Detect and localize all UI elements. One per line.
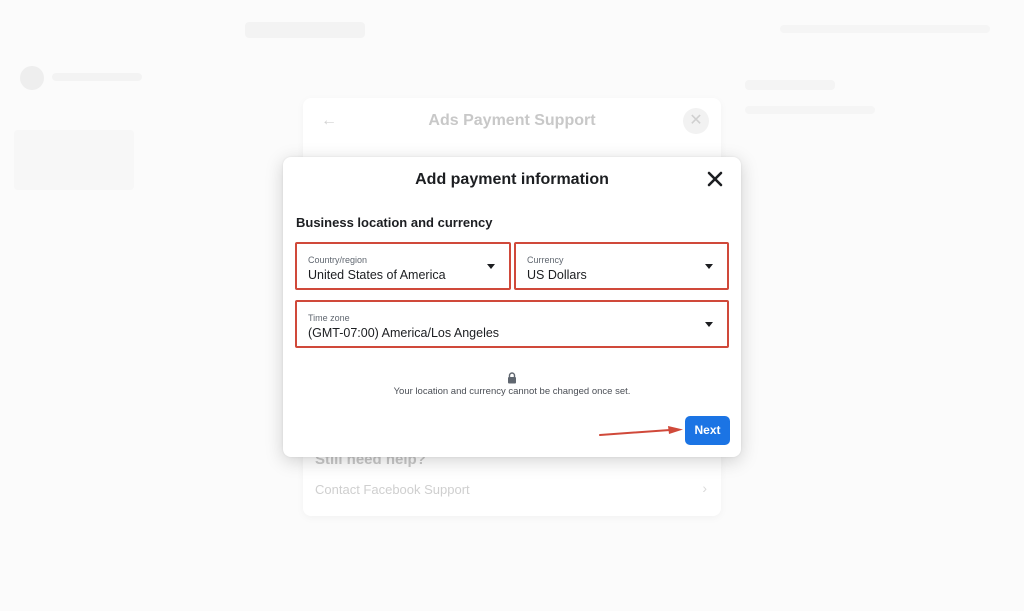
next-button[interactable]: Next <box>685 416 730 445</box>
currency-label: Currency <box>527 255 564 265</box>
country-region-value: United States of America <box>308 268 446 282</box>
right-panel-title-placeholder <box>745 80 835 90</box>
background-dialog-title: Ads Payment Support <box>428 112 596 129</box>
currency-value: US Dollars <box>527 268 587 282</box>
lock-icon <box>508 372 516 384</box>
close-icon <box>707 171 723 187</box>
country-region-select[interactable]: Country/region United States of America <box>295 242 511 290</box>
sidebar-placeholder <box>14 130 134 190</box>
time-zone-label: Time zone <box>308 313 350 323</box>
caret-down-icon <box>705 264 713 269</box>
account-name-placeholder <box>52 73 142 81</box>
annotation-arrow <box>599 426 683 436</box>
right-panel-text-placeholder <box>745 106 875 114</box>
close-button[interactable] <box>705 169 725 189</box>
contact-support-link[interactable]: Contact Facebook Support <box>315 482 470 497</box>
location-currency-note: Your location and currency cannot be cha… <box>393 386 631 397</box>
modal-title: Add payment information <box>415 171 609 188</box>
country-region-label: Country/region <box>308 255 368 265</box>
time-zone-value: (GMT-07:00) America/Los Angeles <box>308 326 500 340</box>
time-zone-select[interactable]: Time zone (GMT-07:00) America/Los Angele… <box>295 300 729 348</box>
add-payment-modal: Add payment information Business locatio… <box>283 157 741 457</box>
close-icon[interactable]: ✕ <box>683 108 709 134</box>
currency-select[interactable]: Currency US Dollars <box>514 242 729 290</box>
avatar <box>20 66 44 90</box>
caret-down-icon <box>705 322 713 327</box>
chevron-right-icon: › <box>702 480 707 496</box>
section-title: Business location and currency <box>296 215 493 230</box>
caret-down-icon <box>487 264 495 269</box>
header-placeholder <box>245 22 365 38</box>
topbar-placeholder <box>780 25 990 33</box>
